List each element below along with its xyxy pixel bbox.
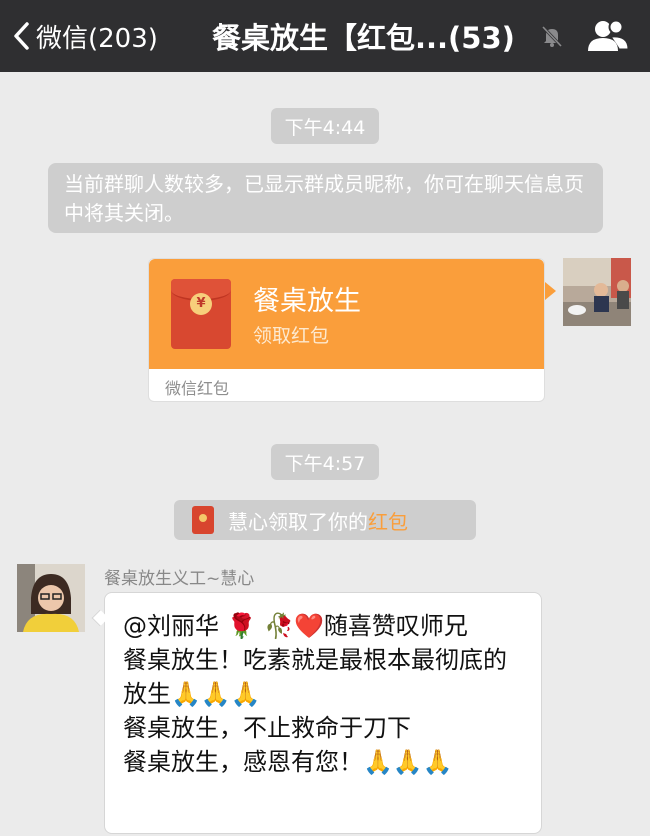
red-packet-title: 餐桌放生 [253, 286, 361, 317]
mute-bell-icon [541, 25, 563, 48]
chat-title: 餐桌放生【红包...(53) [212, 21, 515, 55]
red-packet-claim-notice: 慧心领取了你的 红包 [174, 500, 476, 540]
red-packet-header: ¥ 餐桌放生 领取红包 [149, 259, 544, 369]
back-button[interactable]: 微信(203) [12, 0, 158, 72]
sender-name: 餐桌放生义工~慧心 [104, 569, 255, 589]
red-envelope-icon [192, 506, 214, 534]
my-avatar[interactable] [563, 258, 631, 326]
red-packet-message[interactable]: ¥ 餐桌放生 领取红包 微信红包 [148, 258, 545, 402]
incoming-message-bubble[interactable]: @刘丽华 🌹 🥀❤️随喜赞叹师兄 餐桌放生！吃素就是最根本最彻底的放生🙏🙏🙏 餐… [104, 592, 542, 834]
timestamp-label: 下午4:57 [271, 444, 379, 480]
red-packet-footer: 微信红包 [165, 379, 230, 398]
navigation-bar: 微信(203) 餐桌放生【红包...(53) [0, 0, 650, 72]
claim-notice-text: 慧心领取了你的 [228, 509, 368, 534]
red-packet-subtitle: 领取红包 [253, 325, 330, 347]
chevron-left-icon [14, 22, 29, 50]
bubble-tail [545, 282, 556, 300]
claim-notice-link[interactable]: 红包 [368, 506, 408, 535]
back-label: 微信(203) [36, 23, 158, 54]
sender-avatar[interactable] [17, 564, 85, 632]
system-notice: 当前群聊人数较多，已显示群成员昵称，你可在聊天信息页中将其关闭。 [48, 163, 603, 233]
red-envelope-icon: ¥ [171, 279, 231, 349]
timestamp-label: 下午4:44 [271, 108, 379, 144]
group-members-icon[interactable] [586, 18, 630, 54]
